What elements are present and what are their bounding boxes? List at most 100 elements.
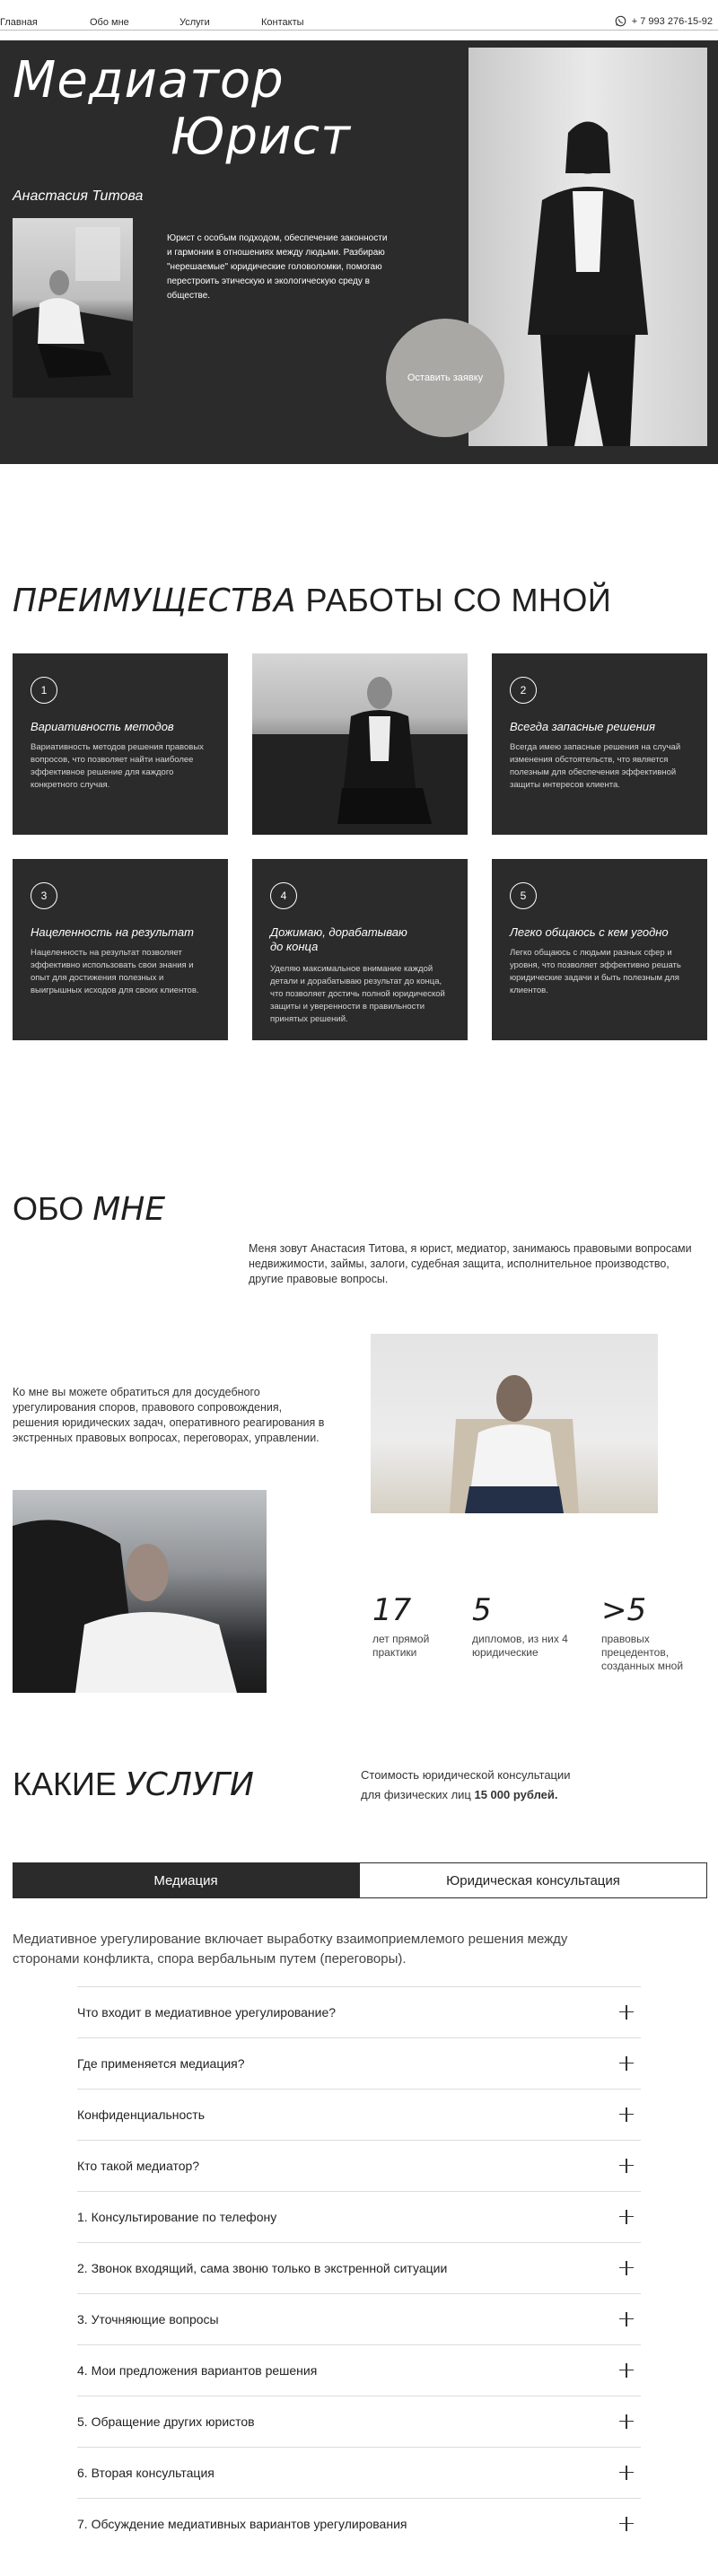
stat-number: 17 (372, 1592, 412, 1628)
faq-question: Что входит в медиативное урегулирование? (77, 2004, 337, 2020)
portrait-on-sofa-image (13, 227, 133, 398)
advantage-title: Нацеленность на результат (31, 925, 194, 939)
tab-mediation[interactable]: Медиация (13, 1862, 359, 1898)
advantage-text: Нацеленность на результат позволяет эффе… (31, 948, 199, 995)
nav-link-contacts[interactable]: Контакты (261, 17, 304, 28)
services-title-plain: КАКИЕ (13, 1766, 126, 1802)
hero-photo-small (13, 218, 133, 398)
advantages-title-rest: РАБОТЫ СО МНОЙ (296, 582, 612, 618)
price-line-2: для физических лиц 15 000 рублей. (361, 1785, 666, 1805)
plus-icon (619, 2260, 634, 2275)
stat-precedents: >5 правовых прецедентов, созданных мной (601, 1595, 709, 1673)
stat-years: 17 лет прямой практики (372, 1595, 471, 1660)
about-paragraph-1: Меня зовут Анастасия Титова, я юрист, ме… (249, 1242, 692, 1285)
whatsapp-icon (615, 15, 626, 27)
faq-question: 2. Звонок входящий, сама звоню только в … (77, 2260, 448, 2275)
nav-link-home[interactable]: Главная (0, 17, 38, 28)
faq-item[interactable]: 7. Обсуждение медиативных вариантов урег… (77, 2498, 641, 2548)
consultation-price: Стоимость юридической консультации для ф… (361, 1766, 666, 1805)
faq-item[interactable]: Что входит в медиативное урегулирование? (77, 1986, 641, 2037)
advantage-number: 4 (270, 882, 297, 909)
plus-icon (619, 2362, 634, 2378)
stat-diplomas: 5 дипломов, из них 4 юридические (472, 1595, 584, 1660)
plus-icon (619, 2004, 634, 2020)
faq-question: Кто такой медиатор? (77, 2158, 200, 2173)
faq-question: Где применяется медиация? (77, 2055, 245, 2071)
advantage-title: Дожимаю, дорабатываю до конца (270, 925, 407, 953)
price-value: 15 000 рублей. (474, 1788, 558, 1801)
advantages-title: ПРЕИМУЩЕСТВА РАБОТЫ СО МНОЙ (13, 582, 611, 619)
faq-question: 4. Мои предложения вариантов решения (77, 2362, 318, 2378)
hero-name: Анастасия Титова (13, 188, 144, 204)
plus-icon (619, 2311, 634, 2326)
advantages-title-italic: ПРЕИМУЩЕСТВА (13, 583, 297, 619)
services-title: КАКИЕ УСЛУГИ (13, 1766, 254, 1803)
stat-number: 5 (472, 1592, 492, 1628)
tab-legal-consultation[interactable]: Юридическая консультация (359, 1862, 707, 1898)
portrait-armchair-image (450, 1375, 579, 1513)
services-description: Медиативное урегулирование включает выра… (13, 1932, 568, 1967)
faq-question: 1. Консультирование по телефону (77, 2209, 277, 2224)
faq-item[interactable]: Где применяется медиация? (77, 2037, 641, 2088)
portrait-standing-image (528, 121, 648, 446)
nav-divider (0, 30, 718, 31)
phone-link[interactable]: + 7 993 276-15-92 (615, 15, 713, 27)
faq-question: 6. Вторая консультация (77, 2465, 215, 2480)
services-title-italic: УСЛУГИ (125, 1766, 254, 1803)
about-title-italic: МНЕ (92, 1191, 166, 1228)
stat-text: дипломов, из них 4 юридические (472, 1633, 568, 1659)
faq-item[interactable]: 6. Вторая консультация (77, 2447, 641, 2497)
price-line-1: Стоимость юридической консультации (361, 1768, 571, 1782)
advantage-title: Всегда запасные решения (510, 720, 655, 733)
stat-text: лет прямой практики (372, 1633, 430, 1659)
advantage-text: Всегда имею запасные решения на случай и… (510, 742, 681, 790)
price-prefix: для физических лиц (361, 1788, 475, 1801)
nav-link-about[interactable]: Обо мне (90, 17, 129, 28)
leave-request-button[interactable]: Оставить заявку (386, 319, 504, 437)
advantage-card-4: 4 Дожимаю, дорабатываю до конца Уделяю м… (252, 859, 468, 1040)
portrait-seated-image (252, 677, 468, 835)
faq-item[interactable]: 3. Уточняющие вопросы (77, 2293, 641, 2344)
faq-item[interactable]: 2. Звонок входящий, сама звоню только в … (77, 2242, 641, 2292)
advantage-text: Уделяю максимальное внимание каждой дета… (270, 964, 445, 1024)
plus-icon (619, 2158, 634, 2173)
advantage-title: Вариативность методов (31, 720, 174, 733)
advantage-card-5: 5 Легко общаюсь с кем угодно Легко общаю… (492, 859, 707, 1040)
faq-item[interactable]: Кто такой медиатор? (77, 2140, 641, 2190)
plus-icon (619, 2209, 634, 2224)
advantage-card-1: 1 Вариативность методов Вариативность ме… (13, 653, 228, 835)
about-photo-chair (371, 1334, 658, 1513)
advantage-number: 2 (510, 677, 537, 704)
advantage-number: 3 (31, 882, 57, 909)
advantage-card-2: 2 Всегда запасные решения Всегда имею за… (492, 653, 707, 835)
advantage-number: 5 (510, 882, 537, 909)
portrait-leather-sofa-image (13, 1520, 237, 1693)
plus-icon (619, 2516, 634, 2531)
faq-question: 7. Обсуждение медиативных вариантов урег… (77, 2516, 407, 2531)
advantage-text: Вариативность методов решения правовых в… (31, 742, 204, 790)
about-photo-sofa (13, 1490, 267, 1693)
plus-icon (619, 2414, 634, 2429)
faq-item[interactable]: 4. Мои предложения вариантов решения (77, 2344, 641, 2395)
faq-question: 3. Уточняющие вопросы (77, 2311, 219, 2326)
faq-item[interactable]: Конфиденциальность (77, 2089, 641, 2139)
hero-title-line2: Юрист (171, 108, 351, 166)
stat-number: >5 (601, 1592, 647, 1628)
faq-item[interactable]: 5. Обращение других юристов (77, 2396, 641, 2446)
advantage-text: Легко общаюсь с людьми разных сфер и уро… (510, 948, 681, 995)
faq-question: Конфиденциальность (77, 2107, 206, 2122)
hero-photo-main (468, 48, 707, 446)
hero-description: Юрист с особым подходом, обеспечение зак… (167, 233, 388, 301)
stat-text: правовых прецедентов, созданных мной (601, 1633, 684, 1672)
phone-number: + 7 993 276-15-92 (631, 15, 713, 27)
faq-item[interactable]: 1. Консультирование по телефону (77, 2191, 641, 2241)
about-title-plain: ОБО (13, 1190, 93, 1227)
nav-link-services[interactable]: Услуги (180, 17, 210, 28)
faq-accordion: Что входит в медиативное урегулирование?… (77, 1986, 641, 2552)
advantage-number: 1 (31, 677, 57, 704)
plus-icon (619, 2107, 634, 2122)
hero-title-line1: Медиатор (13, 51, 285, 110)
about-paragraph-2: Ко мне вы можете обратиться для досудебн… (13, 1386, 325, 1444)
about-title: ОБО МНЕ (13, 1190, 165, 1228)
plus-icon (619, 2465, 634, 2480)
